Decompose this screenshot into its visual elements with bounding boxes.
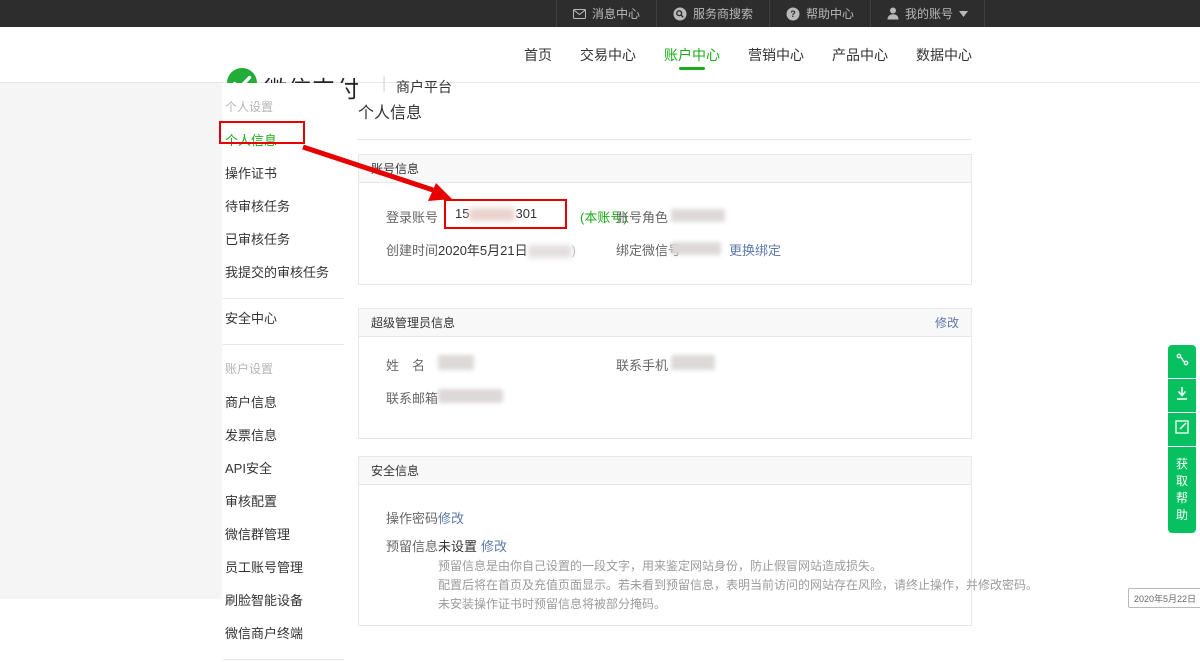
sidebar-item-operation-certificate[interactable]: 操作证书 xyxy=(222,156,345,189)
nav-account-center[interactable]: 账户中心 xyxy=(664,27,720,83)
my-account-menu[interactable]: 我的账号 xyxy=(870,0,985,27)
login-account-value-suffix: 301 xyxy=(515,206,537,221)
top-utility-bar: 消息中心 服务商搜索 ? 帮助中心 我的账号 xyxy=(0,0,1200,27)
masked-account-role xyxy=(671,209,725,222)
rebind-link[interactable]: 更换绑定 xyxy=(729,240,781,259)
created-time-label: 创建时间 xyxy=(386,240,438,259)
sidebar-item-my-submitted-review-tasks[interactable]: 我提交的审核任务 xyxy=(222,255,345,288)
security-info-panel-body: 操作密码 修改 预留信息 未设置 修改 预留信息是由你自己设置的一段文字，用来鉴… xyxy=(359,485,971,624)
reserved-desc-line2: 配置后将在首页及充值页面显示。若未看到预留信息，表明当前访问的网站存在风险，请终… xyxy=(438,576,1038,595)
get-help-button[interactable]: 获取帮助 xyxy=(1168,447,1196,533)
topbar-item-label: 服务商搜索 xyxy=(693,5,753,22)
operation-password-edit-link[interactable]: 修改 xyxy=(438,508,464,527)
sidebar-item-staff-account-management[interactable]: 员工账号管理 xyxy=(222,550,345,583)
title-divider xyxy=(358,139,972,140)
account-role-label: 账号角色 xyxy=(616,207,668,226)
download-icon xyxy=(1175,386,1189,406)
page-left-background xyxy=(0,83,222,599)
feedback-button[interactable] xyxy=(1168,413,1196,446)
sidebar-item-pending-review-tasks[interactable]: 待审核任务 xyxy=(222,189,345,222)
reserved-desc-line1: 预留信息是由你自己设置的一段文字，用来鉴定网站身份，防止假冒网站造成损失。 xyxy=(438,557,1038,576)
operation-password-label: 操作密码 xyxy=(386,508,438,527)
sidebar-divider xyxy=(223,344,344,345)
super-admin-panel-title: 超级管理员信息 xyxy=(371,316,455,330)
nav-transaction-center[interactable]: 交易中心 xyxy=(580,27,636,83)
super-admin-panel-body: 姓 名 联系手机 联系邮箱 xyxy=(359,337,971,437)
date-tooltip: 2020年5月22日 xyxy=(1128,588,1200,608)
service-provider-search-link[interactable]: 服务商搜索 xyxy=(656,0,769,27)
reserved-info-label: 预留信息 xyxy=(386,536,438,555)
mail-icon xyxy=(573,9,586,19)
masked-admin-phone xyxy=(671,355,715,370)
reserved-info-description: 预留信息是由你自己设置的一段文字，用来鉴定网站身份，防止假冒网站造成损失。 配置… xyxy=(438,557,1038,614)
sidebar-item-review-config[interactable]: 审核配置 xyxy=(222,484,345,517)
sidebar-item-security-center[interactable]: 安全中心 xyxy=(222,301,345,334)
reserved-desc-line3: 未安装操作证书时预留信息将被部分掩码。 xyxy=(438,595,1038,614)
admin-email-label: 联系邮箱 xyxy=(386,388,438,407)
sidebar-divider xyxy=(223,298,344,299)
svg-text:?: ? xyxy=(790,9,796,19)
created-time-value: 2020年5月21日) xyxy=(438,240,576,259)
main-nav: 首页 交易中心 账户中心 营销中心 产品中心 数据中心 xyxy=(524,27,972,83)
admin-name-label: 姓 名 xyxy=(386,355,425,374)
sidebar-item-merchant-info[interactable]: 商户信息 xyxy=(222,385,345,418)
masked-admin-name xyxy=(438,355,474,370)
admin-edit-link[interactable]: 修改 xyxy=(935,309,959,337)
help-icon: ? xyxy=(786,7,800,21)
login-account-value-prefix: 15 xyxy=(455,206,469,221)
edit-icon xyxy=(1175,420,1189,439)
share-link-button[interactable] xyxy=(1168,345,1196,378)
search-icon xyxy=(673,7,687,21)
sidebar-section-personal-settings: 个人设置 xyxy=(225,98,345,115)
link-icon xyxy=(1175,352,1190,372)
sidebar-item-label: 个人信息 xyxy=(225,133,277,148)
account-info-panel: 账号信息 登录账号 15301 (本账号) 账号角色 创建时间 2020年5月2… xyxy=(358,154,972,285)
chevron-down-icon xyxy=(959,11,968,17)
help-center-link[interactable]: ? 帮助中心 xyxy=(769,0,870,27)
super-admin-panel: 超级管理员信息 修改 姓 名 联系手机 联系邮箱 xyxy=(358,308,972,439)
sidebar-item-invoice-info[interactable]: 发票信息 xyxy=(222,418,345,451)
nav-home[interactable]: 首页 xyxy=(524,27,552,83)
account-info-panel-body: 登录账号 15301 (本账号) 账号角色 创建时间 2020年5月21日) 绑… xyxy=(359,183,971,283)
topbar-item-label: 帮助中心 xyxy=(806,5,854,22)
security-info-panel-header: 安全信息 xyxy=(359,457,971,485)
account-info-panel-header: 账号信息 xyxy=(359,155,971,183)
sidebar-section-account-settings: 账户设置 xyxy=(225,360,345,377)
security-info-panel: 安全信息 操作密码 修改 预留信息 未设置 修改 预留信息是由你自己设置的一段文… xyxy=(358,456,972,626)
topbar-item-label: 消息中心 xyxy=(592,5,640,22)
message-center-link[interactable]: 消息中心 xyxy=(556,0,656,27)
download-button[interactable] xyxy=(1168,379,1196,412)
login-account-label: 登录账号 xyxy=(386,207,438,226)
masked-bound-wechat xyxy=(671,242,721,255)
user-icon xyxy=(887,7,899,20)
site-header: 微信支付 | 商户平台 首页 交易中心 账户中心 营销中心 产品中心 数据中心 xyxy=(0,27,1200,83)
masked-created-time xyxy=(528,245,572,258)
reserved-info-status: 未设置 xyxy=(438,536,477,555)
sidebar-item-wechat-merchant-terminal[interactable]: 微信商户终端 xyxy=(222,616,345,649)
nav-marketing-center[interactable]: 营销中心 xyxy=(748,27,804,83)
sidebar-item-personal-info[interactable]: 个人信息 xyxy=(222,123,345,156)
sidebar-item-wechat-group-management[interactable]: 微信群管理 xyxy=(222,517,345,550)
sidebar: 个人设置 个人信息 操作证书 待审核任务 已审核任务 我提交的审核任务 安全中心… xyxy=(222,83,345,662)
sidebar-item-api-security[interactable]: API安全 xyxy=(222,451,345,484)
super-admin-panel-header: 超级管理员信息 修改 xyxy=(359,309,971,337)
annotation-red-box-login: 15 301 xyxy=(444,199,567,229)
admin-phone-label: 联系手机 xyxy=(616,355,668,374)
sidebar-item-reviewed-tasks[interactable]: 已审核任务 xyxy=(222,222,345,255)
nav-product-center[interactable]: 产品中心 xyxy=(832,27,888,83)
created-time-paren: ) xyxy=(572,243,576,258)
sidebar-divider xyxy=(223,659,344,660)
masked-login-middle xyxy=(469,208,515,221)
page-title: 个人信息 xyxy=(358,99,972,123)
sidebar-item-face-smart-device[interactable]: 刷脸智能设备 xyxy=(222,583,345,616)
main-content: 个人信息 账号信息 登录账号 15301 (本账号) 账号角色 创建时间 202… xyxy=(358,83,972,626)
reserved-info-edit-link[interactable]: 修改 xyxy=(481,536,507,555)
masked-admin-email xyxy=(438,389,503,403)
topbar-item-label: 我的账号 xyxy=(905,5,953,22)
floating-toolbar: 获取帮助 xyxy=(1168,345,1196,533)
nav-data-center[interactable]: 数据中心 xyxy=(916,27,972,83)
